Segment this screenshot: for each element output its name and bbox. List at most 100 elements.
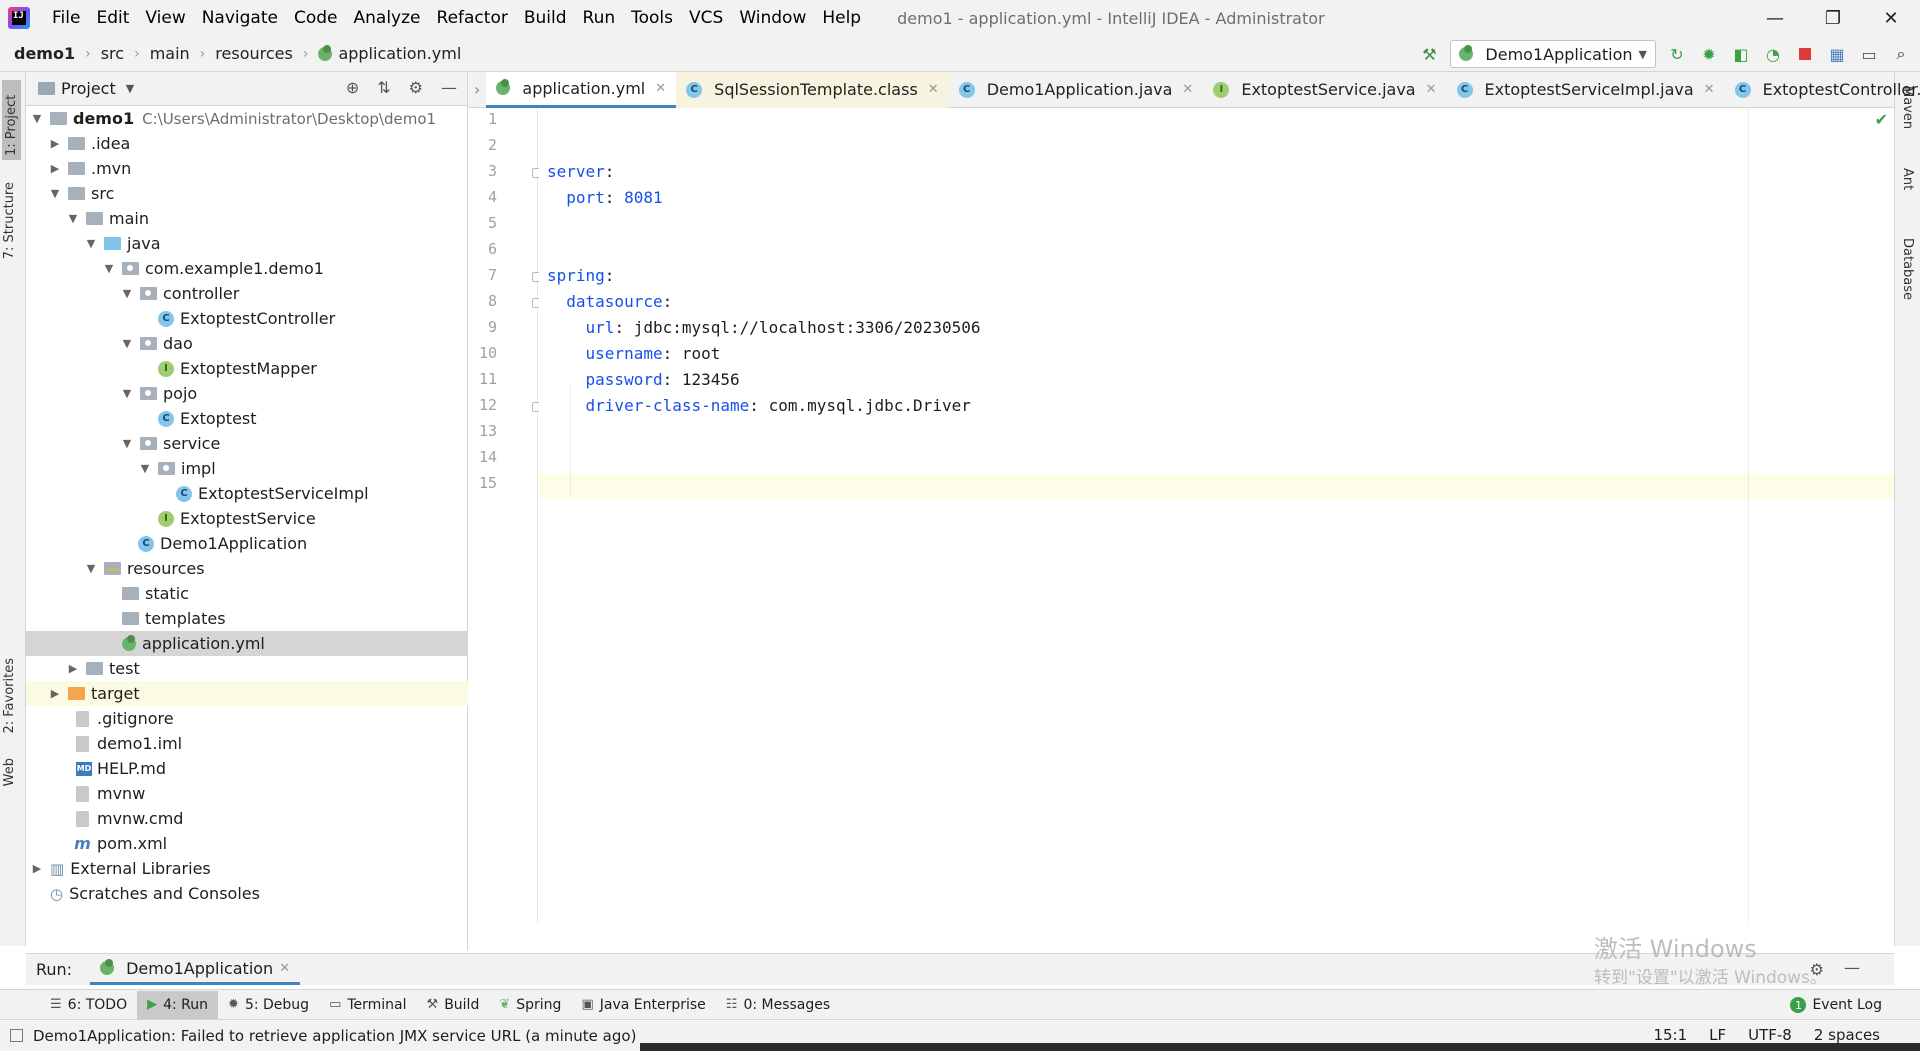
- tree-item-mvnw-cmd[interactable]: mvnw.cmd: [26, 806, 468, 831]
- ant-tool-tab[interactable]: Ant: [1900, 168, 1915, 190]
- tab-extoptestcontroller[interactable]: C ExtoptestController.java ✕: [1725, 72, 1920, 108]
- close-tab-icon[interactable]: ✕: [279, 961, 290, 976]
- tree-item-service[interactable]: ▼ service: [26, 431, 468, 456]
- close-button[interactable]: ✕: [1862, 0, 1920, 36]
- menu-build[interactable]: Build: [516, 8, 575, 28]
- toggle-tool-windows-icon[interactable]: [10, 1029, 23, 1042]
- rerun-icon[interactable]: ↻: [1666, 43, 1688, 65]
- messages-tool-button[interactable]: ☷ 0: Messages: [716, 991, 840, 1019]
- locate-file-icon[interactable]: ⊕: [346, 78, 359, 97]
- tree-item-resources[interactable]: ▼ resources: [26, 556, 468, 581]
- menu-code[interactable]: Code: [286, 8, 346, 28]
- expanded-arrow-icon[interactable]: ▼: [120, 337, 134, 350]
- favorites-tool-tab[interactable]: 2: Favorites: [2, 658, 17, 734]
- tree-item-extoptest[interactable]: C Extoptest: [26, 406, 468, 431]
- stop-icon[interactable]: [1794, 43, 1816, 65]
- expanded-arrow-icon[interactable]: ▼: [102, 262, 116, 275]
- status-message[interactable]: Demo1Application: Failed to retrieve app…: [33, 1027, 636, 1045]
- debug-icon[interactable]: ✹: [1698, 43, 1720, 65]
- hide-panel-icon[interactable]: —: [1844, 958, 1860, 977]
- tree-item-demo1application[interactable]: C Demo1Application: [26, 531, 468, 556]
- tab-demo1application[interactable]: C Demo1Application.java ✕: [949, 72, 1204, 108]
- breadcrumb-project[interactable]: demo1: [14, 44, 75, 63]
- restore-button[interactable]: ❐: [1804, 0, 1862, 36]
- run-tab-demo1application[interactable]: Demo1Application ✕: [90, 955, 301, 985]
- hide-panel-icon[interactable]: —: [441, 78, 457, 97]
- tree-item-gitignore[interactable]: .gitignore: [26, 706, 468, 731]
- menu-navigate[interactable]: Navigate: [194, 8, 286, 28]
- menu-view[interactable]: View: [137, 8, 193, 28]
- tree-item-demo1[interactable]: ▼ demo1 C:\Users\Administrator\Desktop\d…: [26, 106, 468, 131]
- todo-tool-button[interactable]: ☰ 6: TODO: [40, 991, 137, 1019]
- tab-extoptestservice[interactable]: I ExtoptestService.java ✕: [1203, 72, 1446, 108]
- tree-item-help-md[interactable]: MD HELP.md: [26, 756, 468, 781]
- tree-item-static[interactable]: static: [26, 581, 468, 606]
- terminal-window-icon[interactable]: ▭: [1858, 43, 1880, 65]
- close-tab-icon[interactable]: ✕: [1704, 82, 1715, 97]
- breadcrumb-resources[interactable]: resources: [215, 44, 293, 63]
- collapse-all-icon[interactable]: ⇅: [377, 78, 390, 97]
- database-tool-tab[interactable]: Database: [1900, 238, 1915, 300]
- menu-edit[interactable]: Edit: [88, 8, 137, 28]
- tree-item-extoptestservice[interactable]: I ExtoptestService: [26, 506, 468, 531]
- minimize-button[interactable]: —: [1746, 0, 1804, 36]
- expanded-arrow-icon[interactable]: ▼: [66, 212, 80, 225]
- tree-item-application-yml[interactable]: application.yml: [26, 631, 468, 656]
- tree-item-java[interactable]: ▼ java: [26, 231, 468, 256]
- expanded-arrow-icon[interactable]: ▼: [84, 562, 98, 575]
- tree-item-idea[interactable]: ▶ .idea: [26, 131, 468, 156]
- gear-icon[interactable]: ⚙: [409, 78, 423, 97]
- expanded-arrow-icon[interactable]: ▼: [30, 112, 44, 125]
- spring-tool-button[interactable]: ❦ Spring: [489, 991, 571, 1019]
- tree-item-mvnw[interactable]: mvnw: [26, 781, 468, 806]
- tab-scroll-left[interactable]: ›: [468, 72, 486, 108]
- close-tab-icon[interactable]: ✕: [1426, 82, 1437, 97]
- close-tab-icon[interactable]: ✕: [1182, 82, 1193, 97]
- expanded-arrow-icon[interactable]: ▼: [120, 437, 134, 450]
- tree-item-templates[interactable]: templates: [26, 606, 468, 631]
- chevron-down-icon[interactable]: ▼: [126, 82, 134, 95]
- run-tool-button[interactable]: ▶ 4: Run: [137, 990, 219, 1019]
- tree-item-pom-xml[interactable]: m pom.xml: [26, 831, 468, 856]
- web-tool-tab[interactable]: Web: [2, 758, 17, 786]
- tree-item-pojo[interactable]: ▼ pojo: [26, 381, 468, 406]
- tree-item-extoptestserviceimpl[interactable]: C ExtoptestServiceImpl: [26, 481, 468, 506]
- tree-item-scratches[interactable]: ◷ Scratches and Consoles: [26, 881, 468, 906]
- expanded-arrow-icon[interactable]: ▼: [120, 287, 134, 300]
- breadcrumb-main[interactable]: main: [150, 44, 190, 63]
- menu-run[interactable]: Run: [575, 8, 624, 28]
- tree-item-mvn[interactable]: ▶ .mvn: [26, 156, 468, 181]
- caret-position[interactable]: 15:1: [1653, 1026, 1687, 1044]
- close-tab-icon[interactable]: ✕: [928, 82, 939, 97]
- menu-tools[interactable]: Tools: [623, 8, 681, 28]
- tree-item-extoptestmapper[interactable]: I ExtoptestMapper: [26, 356, 468, 381]
- menu-analyze[interactable]: Analyze: [346, 8, 429, 28]
- terminal-tool-button[interactable]: ▭ Terminal: [319, 991, 416, 1019]
- tab-extoptestserviceimpl[interactable]: C ExtoptestServiceImpl.java ✕: [1447, 72, 1725, 108]
- run-with-coverage-icon[interactable]: ◧: [1730, 43, 1752, 65]
- code-editor[interactable]: server: port: 8081 spring: datasource: u…: [539, 108, 1894, 922]
- profiler-icon[interactable]: ◔: [1762, 43, 1784, 65]
- expanded-arrow-icon[interactable]: ▼: [120, 387, 134, 400]
- file-encoding[interactable]: UTF-8: [1748, 1026, 1792, 1044]
- close-tab-icon[interactable]: ✕: [655, 81, 666, 96]
- project-tool-tab[interactable]: 1: Project: [2, 80, 21, 160]
- breadcrumb-file[interactable]: application.yml: [338, 44, 461, 63]
- menu-file[interactable]: File: [44, 8, 88, 28]
- tree-item-external-libraries[interactable]: ▶ ▥ External Libraries: [26, 856, 468, 881]
- line-separator[interactable]: LF: [1709, 1026, 1726, 1044]
- collapsed-arrow-icon[interactable]: ▶: [48, 687, 62, 700]
- tab-application-yml[interactable]: application.yml ✕: [486, 71, 677, 108]
- collapsed-arrow-icon[interactable]: ▶: [30, 862, 44, 875]
- tree-item-dao[interactable]: ▼ dao: [26, 331, 468, 356]
- expanded-arrow-icon[interactable]: ▼: [84, 237, 98, 250]
- menu-help[interactable]: Help: [814, 8, 869, 28]
- tree-item-demo1-iml[interactable]: demo1.iml: [26, 731, 468, 756]
- hammer-build-icon[interactable]: ⚒: [1418, 43, 1440, 65]
- expanded-arrow-icon[interactable]: ▼: [138, 462, 152, 475]
- menu-vcs[interactable]: VCS: [681, 8, 731, 28]
- project-structure-icon[interactable]: ▦: [1826, 43, 1848, 65]
- tree-item-test[interactable]: ▶ test: [26, 656, 468, 681]
- run-configuration-select[interactable]: Demo1Application ▼: [1450, 40, 1656, 68]
- collapsed-arrow-icon[interactable]: ▶: [48, 162, 62, 175]
